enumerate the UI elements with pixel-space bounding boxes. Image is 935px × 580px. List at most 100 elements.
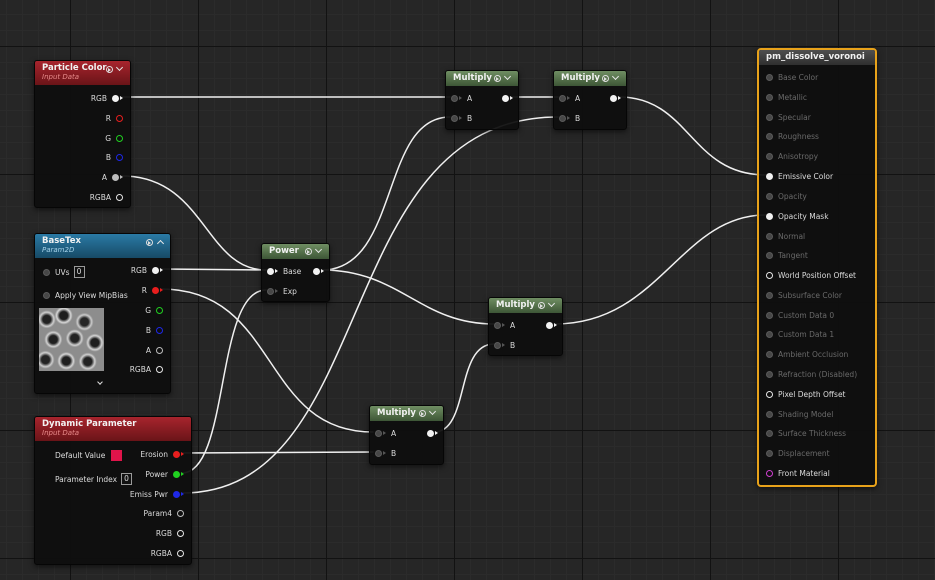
chevron-up-icon[interactable] [156,238,164,246]
input-pin-front-material[interactable] [766,469,773,477]
pin-label: Tangent [778,250,808,260]
input-pin-opacity-mask[interactable] [766,212,773,220]
input-pin-exp[interactable] [267,287,274,295]
dynamic-parameter-node[interactable]: Dynamic Parameter Input Data Default Val… [34,416,192,565]
input-pin-refraction[interactable] [766,370,773,378]
multiply-node-1[interactable]: Multiply A B [445,70,519,130]
output-pin-b[interactable] [116,153,123,161]
output-pin-rgba[interactable] [177,549,184,557]
preview-icon[interactable] [538,302,545,309]
material-result-node[interactable]: pm_dissolve_voronoi Base Color Metallic … [757,48,877,487]
chevron-down-icon[interactable] [504,74,512,82]
pin-label: Power [145,469,168,479]
multiply-node-2[interactable]: Multiply A B [553,70,627,130]
power-node[interactable]: Power Base Exp [261,243,330,302]
input-pin-normal[interactable] [766,232,773,240]
multiply-node-3[interactable]: Multiply A B [488,297,563,356]
preview-icon[interactable] [602,75,609,82]
input-pin-opacity[interactable] [766,192,773,200]
preview-icon[interactable] [419,410,426,417]
input-pin-base-color[interactable] [766,73,773,81]
pin-label: A [391,428,397,438]
input-pin-specular[interactable] [766,113,773,121]
pin-label: B [391,448,397,458]
input-pin-b[interactable] [494,341,501,349]
basetex-node[interactable]: BaseTex Param2D UVs 0 Apply View MipBias … [34,233,171,394]
preview-icon[interactable] [305,248,312,255]
output-pin-rgba[interactable] [156,365,163,373]
input-pin-a[interactable] [494,321,501,329]
chevron-down-icon[interactable] [35,380,170,388]
output-pin[interactable] [502,94,509,102]
input-pin-custom-data-1[interactable] [766,330,773,338]
output-pin-param4[interactable] [177,509,184,517]
default-value-swatch[interactable] [111,449,123,461]
input-pin-custom-data-0[interactable] [766,311,773,319]
input-pin-b[interactable] [559,114,566,122]
pin-label: Pixel Depth Offset [778,389,846,399]
output-pin-emiss-pwr[interactable] [173,490,180,498]
input-pin-apply-view-mipbias[interactable] [43,291,50,299]
output-pin-b[interactable] [156,326,163,334]
pin-label: Opacity [778,191,807,201]
pin-label: A [145,345,151,355]
chevron-down-icon[interactable] [548,301,556,309]
particle-color-node[interactable]: Particle Color Input Data RGB R G B A RG… [34,60,131,208]
output-pin-g[interactable] [156,306,163,314]
node-subtitle: Param2D [42,246,75,254]
input-pin-metallic[interactable] [766,93,773,101]
output-pin-a[interactable] [112,173,119,181]
input-pin-shading-model[interactable] [766,410,773,418]
input-pin-ambient-occlusion[interactable] [766,350,773,358]
input-pin-uvs[interactable] [43,268,50,276]
input-pin-displacement[interactable] [766,449,773,457]
preview-icon[interactable] [146,239,153,246]
input-pin-anisotropy[interactable] [766,152,773,160]
input-pin-a[interactable] [559,94,566,102]
output-pin-g[interactable] [116,134,123,142]
default-value-label: Default Value [55,450,106,460]
output-pin-rgb[interactable] [112,94,119,102]
pin-label: Ambient Occlusion [778,349,849,359]
output-pin[interactable] [610,94,617,102]
input-pin-emissive-color[interactable] [766,172,773,180]
output-pin[interactable] [313,267,320,275]
pin-label: Anisotropy [778,151,819,161]
pin-label: Displacement [778,448,830,458]
input-pin-a[interactable] [375,429,382,437]
chevron-down-icon[interactable] [315,247,323,255]
output-pin-power[interactable] [173,470,180,478]
input-pin-tangent[interactable] [766,251,773,259]
input-pin-pixel-depth-offset[interactable] [766,390,773,398]
preview-icon[interactable] [494,75,501,82]
output-pin[interactable] [427,429,434,437]
output-pin[interactable] [546,321,553,329]
input-pin-b[interactable] [375,449,382,457]
wire-power-to-multiply1-b [321,116,451,271]
input-pin-base[interactable] [267,267,274,275]
chevron-down-icon[interactable] [429,409,437,417]
pin-label: Base [283,266,302,276]
chevron-down-icon[interactable] [116,65,124,73]
output-pin-rgba[interactable] [116,193,123,201]
output-pin-erosion[interactable] [173,450,180,458]
texture-preview [39,308,104,371]
preview-icon[interactable] [106,66,113,73]
input-pin-roughness[interactable] [766,132,773,140]
parameter-index-field[interactable]: 0 [121,473,133,485]
output-pin-r[interactable] [116,114,123,122]
chevron-down-icon[interactable] [612,74,620,82]
pin-label: R [105,113,111,123]
input-pin-world-position-offset[interactable] [766,271,773,279]
input-pin-subsurface-color[interactable] [766,291,773,299]
output-pin-a[interactable] [156,346,163,354]
output-pin-r[interactable] [152,286,159,294]
output-pin-rgb[interactable] [152,266,159,274]
pin-label: Surface Thickness [778,428,847,438]
input-pin-b[interactable] [451,114,458,122]
multiply-node-4[interactable]: Multiply A B [369,405,444,465]
input-pin-a[interactable] [451,94,458,102]
uvs-value-field[interactable]: 0 [73,266,85,278]
output-pin-rgb[interactable] [177,529,184,537]
input-pin-surface-thickness[interactable] [766,429,773,437]
